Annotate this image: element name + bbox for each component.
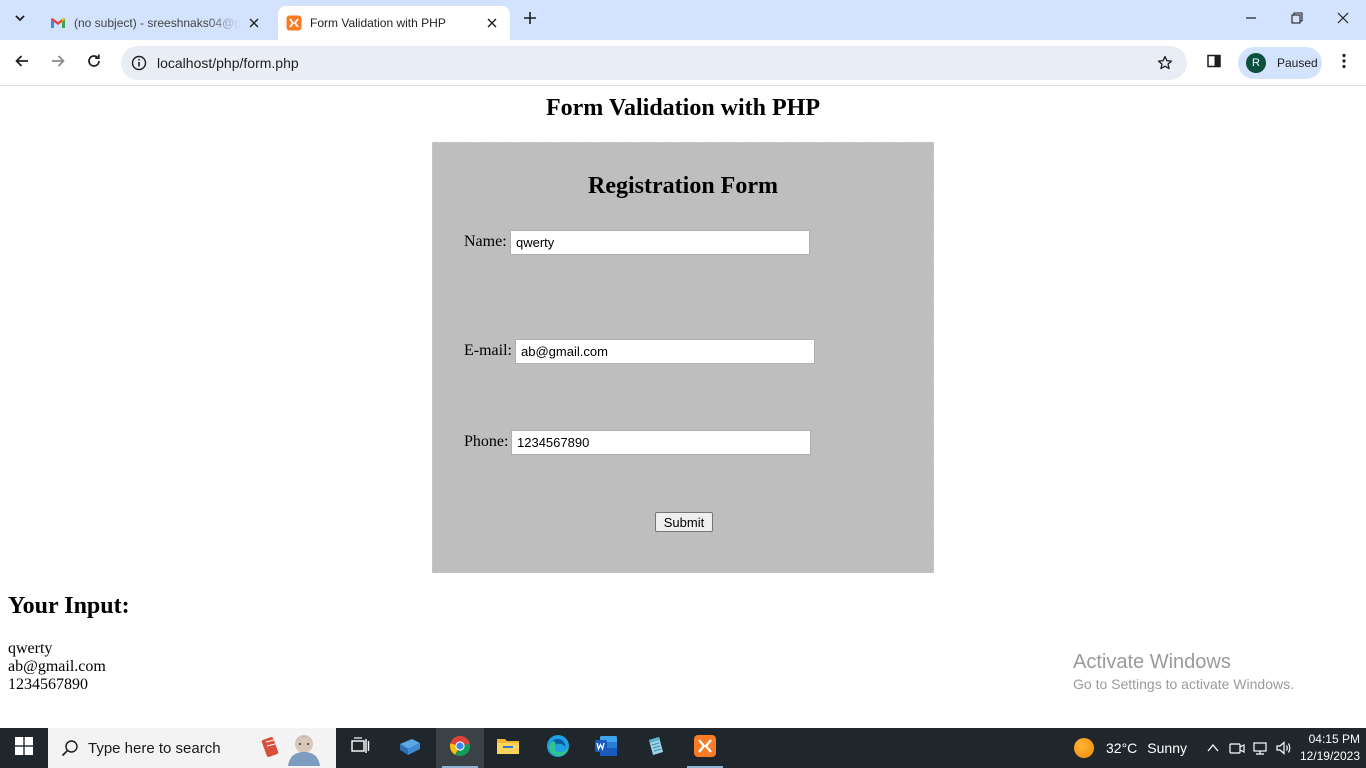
submit-button[interactable]: Submit <box>655 512 713 532</box>
system-clock[interactable]: 04:15 PM 12/19/2023 <box>1298 731 1360 765</box>
word-icon <box>594 734 618 763</box>
close-icon <box>1337 11 1349 29</box>
xampp-icon <box>286 15 302 31</box>
network-icon[interactable] <box>1252 740 1268 756</box>
email-label: E-mail: <box>464 342 512 359</box>
minimize-button[interactable] <box>1228 4 1274 36</box>
address-bar[interactable]: localhost/php/form.php <box>121 46 1187 80</box>
form-title: Registration Form <box>588 173 778 199</box>
phone-field[interactable] <box>511 430 811 455</box>
task-view-button[interactable] <box>336 728 384 768</box>
windows-logo-icon <box>15 736 33 760</box>
profile-button[interactable]: R Paused <box>1238 47 1322 79</box>
search-highlight-illustration <box>260 730 326 766</box>
bookmark-star-icon[interactable] <box>1155 53 1175 73</box>
search-icon <box>60 738 80 758</box>
weather-condition: Sunny <box>1147 740 1187 756</box>
reload-button[interactable] <box>80 49 108 77</box>
page-content: Form Validation with PHP Registration Fo… <box>0 87 1366 728</box>
site-info-icon[interactable] <box>127 51 151 75</box>
taskbar: Type here to search 32°C Sunny 04:15 PM … <box>0 728 1366 768</box>
xampp-icon <box>693 734 717 763</box>
folder-icon <box>496 736 520 761</box>
activation-watermark: Activate Windows Go to Settings to activ… <box>1073 651 1294 692</box>
output-line-name: qwerty <box>8 640 53 657</box>
back-button[interactable] <box>8 49 36 77</box>
browser-menu-button[interactable] <box>1332 49 1356 77</box>
plus-icon <box>523 11 537 30</box>
taskbar-app-chrome[interactable] <box>436 728 484 768</box>
taskbar-app-xampp[interactable] <box>681 728 729 768</box>
minimize-icon <box>1245 11 1257 29</box>
close-window-button[interactable] <box>1320 4 1366 36</box>
restore-button[interactable] <box>1274 4 1320 36</box>
side-panel-icon <box>1206 53 1222 74</box>
page-title: Form Validation with PHP <box>545 95 821 121</box>
output-heading: Your Input: <box>8 593 130 619</box>
tab-title: Form Validation with PHP <box>310 16 446 30</box>
restore-icon <box>1291 11 1303 29</box>
watermark-subtitle: Go to Settings to activate Windows. <box>1073 676 1294 692</box>
name-label: Name: <box>464 233 507 250</box>
url-text[interactable]: localhost/php/form.php <box>157 55 299 71</box>
taskbar-app-word[interactable] <box>582 728 630 768</box>
back-arrow-icon <box>14 53 30 74</box>
chrome-icon <box>449 735 471 762</box>
registration-form: Registration Form Name: E-mail: Phone: S… <box>432 142 934 573</box>
phone-label: Phone: <box>464 433 509 450</box>
side-panel-button[interactable] <box>1200 49 1228 77</box>
new-tab-button[interactable] <box>518 8 542 32</box>
output-line-phone: 1234567890 <box>8 676 88 693</box>
desktop-folder-icon <box>398 735 422 762</box>
tab-gmail[interactable]: (no subject) - sreeshnaks04@gmail.com - … <box>42 6 272 40</box>
taskbar-search[interactable]: Type here to search <box>48 728 336 768</box>
taskbar-app-notepad[interactable] <box>632 728 680 768</box>
gmail-icon <box>50 15 66 31</box>
close-icon[interactable] <box>484 15 500 31</box>
name-field[interactable] <box>510 230 810 255</box>
avatar: R <box>1246 53 1266 73</box>
chevron-down-icon <box>14 11 26 29</box>
tab-form-validation[interactable]: Form Validation with PHP <box>278 6 510 40</box>
more-vertical-icon <box>1342 53 1346 74</box>
chevron-up-icon[interactable] <box>1205 740 1221 756</box>
forward-button[interactable] <box>44 49 72 77</box>
start-button[interactable] <box>0 728 48 768</box>
watermark-title: Activate Windows <box>1073 651 1231 673</box>
profile-status: Paused <box>1277 56 1318 70</box>
taskbar-app-explorer-desktop[interactable] <box>386 728 434 768</box>
forward-arrow-icon <box>50 53 66 74</box>
output-line-email: ab@gmail.com <box>8 658 106 675</box>
close-icon[interactable] <box>246 15 262 31</box>
search-placeholder: Type here to search <box>88 739 221 757</box>
clock-time: 04:15 PM <box>1308 732 1360 746</box>
tab-title: (no subject) - sreeshnaks04@gmail.com - … <box>74 16 240 30</box>
taskbar-app-file-explorer[interactable] <box>484 728 532 768</box>
clock-date: 12/19/2023 <box>1299 749 1360 763</box>
taskbar-app-edge[interactable] <box>534 728 582 768</box>
email-field[interactable] <box>515 339 815 364</box>
reload-icon <box>86 53 102 74</box>
tab-search-button[interactable] <box>6 8 34 32</box>
task-view-icon <box>350 736 370 760</box>
weather-widget[interactable]: 32°C Sunny <box>1074 728 1187 768</box>
tab-strip: (no subject) - sreeshnaks04@gmail.com - … <box>0 0 1366 40</box>
browser-toolbar: localhost/php/form.php R Paused <box>0 40 1366 86</box>
sun-icon <box>1074 738 1094 758</box>
meet-now-icon[interactable] <box>1229 740 1245 756</box>
weather-temperature: 32°C <box>1106 740 1138 756</box>
volume-icon[interactable] <box>1276 740 1292 756</box>
edge-icon <box>546 734 570 763</box>
notepad-icon <box>644 734 668 763</box>
